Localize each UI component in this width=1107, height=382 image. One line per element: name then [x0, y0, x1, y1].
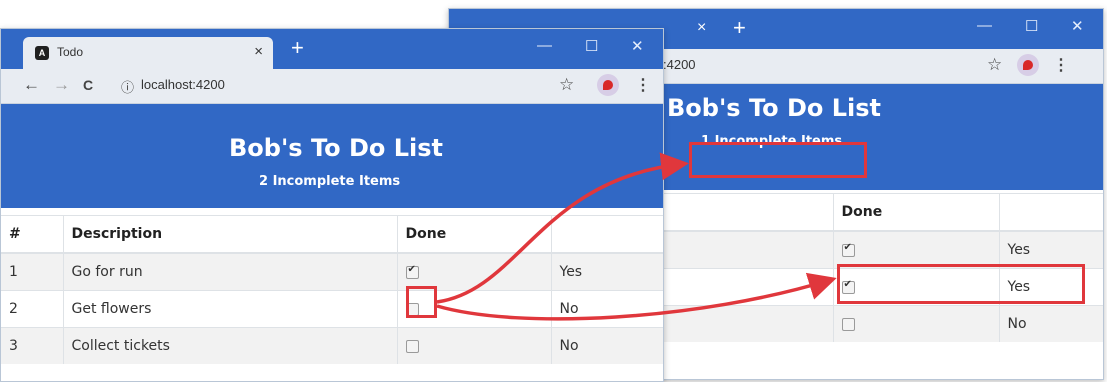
arrow-to-row [436, 272, 837, 321]
arrow-to-count [436, 152, 689, 304]
annotation-arrows [436, 152, 837, 321]
